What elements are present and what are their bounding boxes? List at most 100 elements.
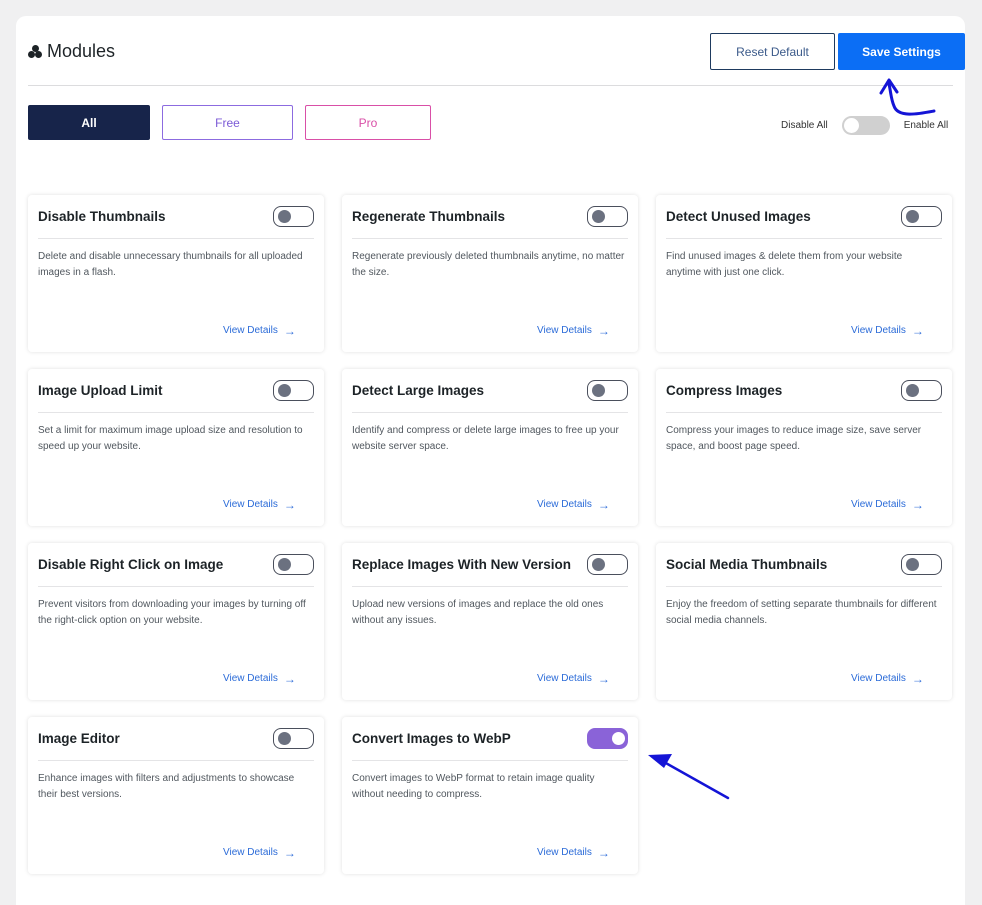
module-card-header: Replace Images With New Version <box>352 543 628 587</box>
module-toggle[interactable] <box>587 728 628 749</box>
module-description: Find unused images & delete them from yo… <box>666 251 903 278</box>
module-description: Convert images to WebP format to retain … <box>352 773 595 800</box>
module-toggle[interactable] <box>901 380 942 401</box>
module-description: Regenerate previously deleted thumbnails… <box>352 251 625 278</box>
view-details-link[interactable]: View Details → <box>537 845 610 860</box>
module-card: Image Upload Limit Set a limit for maximu… <box>28 369 324 526</box>
module-card: Disable Thumbnails Delete and disable unn… <box>28 195 324 352</box>
module-toggle[interactable] <box>587 380 628 401</box>
view-details-label[interactable]: View Details <box>537 325 592 336</box>
module-toggle-knob <box>592 384 605 397</box>
enable-all-label[interactable]: Enable All <box>904 120 948 131</box>
module-toggle-knob <box>278 210 291 223</box>
module-toggle-knob <box>906 210 919 223</box>
module-card-header: Image Editor <box>38 717 314 761</box>
arrow-right-icon: → <box>283 497 296 512</box>
arrow-right-icon: → <box>597 497 610 512</box>
module-card: Social Media Thumbnails Enjoy the freedom… <box>656 543 952 700</box>
filter-pro-button[interactable]: Pro <box>305 105 431 140</box>
view-details-link[interactable]: View Details → <box>537 497 610 512</box>
view-details-link[interactable]: View Details → <box>223 323 296 338</box>
arrow-right-icon: → <box>911 671 924 686</box>
module-title: Replace Images With New Version <box>352 557 571 572</box>
view-details-label[interactable]: View Details <box>851 325 906 336</box>
master-toggle-switch[interactable] <box>841 116 890 135</box>
module-title: Regenerate Thumbnails <box>352 209 506 224</box>
view-details-link[interactable]: View Details → <box>851 671 924 686</box>
view-details-label[interactable]: View Details <box>537 499 592 510</box>
view-details-label[interactable]: View Details <box>537 673 592 684</box>
view-details-label[interactable]: View Details <box>223 847 278 858</box>
module-card-header: Disable Right Click on Image <box>38 543 314 587</box>
module-card-header: Social Media Thumbnails <box>666 543 942 587</box>
module-toggle-knob <box>612 732 625 745</box>
view-details-label[interactable]: View Details <box>223 325 278 336</box>
filter-all-button[interactable]: All <box>28 105 150 140</box>
module-card-header: Convert Images to WebP <box>352 717 628 761</box>
view-details-link[interactable]: View Details → <box>223 497 296 512</box>
module-card: Compress Images Compress your images to r… <box>656 369 952 526</box>
module-card-header: Detect Large Images <box>352 369 628 413</box>
view-details-label[interactable]: View Details <box>851 673 906 684</box>
module-card-header: Detect Unused Images <box>666 195 942 239</box>
module-toggle[interactable] <box>273 380 314 401</box>
arrow-right-icon: → <box>911 323 924 338</box>
module-card-header: Image Upload Limit <box>38 369 314 413</box>
arrow-right-icon: → <box>597 671 610 686</box>
arrow-right-icon: → <box>597 845 610 860</box>
save-settings-button[interactable]: Save Settings <box>838 33 965 70</box>
view-details-link[interactable]: View Details → <box>851 499 924 511</box>
module-description: Identify and compress or delete large im… <box>352 425 619 452</box>
arrow-right-icon: → <box>283 845 296 860</box>
disable-all-label[interactable]: Disable All <box>781 120 828 131</box>
module-card: Disable Right Click on Image Prevent visi… <box>28 543 324 700</box>
module-card: Replace Images With New Version Upload ne… <box>342 543 638 700</box>
master-toggle: Disable All Enable All <box>781 116 948 135</box>
module-description: Delete and disable unnecessary thumbnail… <box>38 251 303 278</box>
module-toggle[interactable] <box>587 206 628 227</box>
view-details-link[interactable]: View Details → <box>851 323 924 338</box>
module-card: Detect Large Images Identify and compress… <box>342 369 638 526</box>
module-toggle[interactable] <box>901 554 942 575</box>
header: Modules Reset Default Save Settings <box>28 16 965 86</box>
view-details-link[interactable]: View Details → <box>223 845 296 860</box>
module-toggle-knob <box>278 558 291 571</box>
module-toggle[interactable] <box>901 206 942 227</box>
module-card-header: Regenerate Thumbnails <box>352 195 628 239</box>
module-card: Regenerate Thumbnails Regenerate previous… <box>342 195 638 352</box>
module-title: Detect Unused Images <box>666 209 811 224</box>
view-details-label[interactable]: View Details <box>537 847 592 858</box>
view-details-link[interactable]: View Details → <box>223 671 296 686</box>
module-toggle[interactable] <box>273 206 314 227</box>
module-description: Enhance images with filters and adjustme… <box>38 773 295 800</box>
module-toggle-knob <box>592 210 605 223</box>
module-title: Disable Right Click on Image <box>38 557 224 572</box>
module-description: Compress your images to reduce image siz… <box>666 425 922 452</box>
view-details-label[interactable]: View Details <box>223 499 278 510</box>
module-toggle[interactable] <box>273 554 314 575</box>
view-details-label[interactable]: View Details <box>223 673 278 684</box>
module-toggle-knob <box>278 732 291 745</box>
view-details-label[interactable]: View Details <box>851 499 906 510</box>
module-title: Image Editor <box>38 731 120 746</box>
module-toggle[interactable] <box>587 554 628 575</box>
module-toggle-knob <box>592 558 605 571</box>
module-description: Upload new versions of images and replac… <box>352 599 604 626</box>
master-toggle-knob <box>843 118 859 133</box>
module-toggle[interactable] <box>273 728 314 749</box>
view-details-link[interactable]: View Details → <box>537 323 610 338</box>
module-card-header: Compress Images <box>666 369 942 413</box>
arrow-right-icon: → <box>283 323 296 338</box>
arrow-right-icon: → <box>597 323 610 338</box>
page-title: Modules <box>47 41 116 61</box>
filter-free-button[interactable]: Free <box>162 105 293 140</box>
module-card-header: Disable Thumbnails <box>38 195 314 239</box>
module-description: Set a limit for maximum image upload siz… <box>38 425 303 452</box>
title-wrap: Modules <box>28 41 115 62</box>
module-title: Convert Images to WebP <box>352 731 511 746</box>
reset-default-button[interactable]: Reset Default <box>710 33 835 70</box>
module-title: Disable Thumbnails <box>38 209 166 224</box>
arrow-right-icon: → <box>283 671 296 686</box>
view-details-link[interactable]: View Details → <box>537 671 610 686</box>
module-title: Compress Images <box>666 383 783 398</box>
